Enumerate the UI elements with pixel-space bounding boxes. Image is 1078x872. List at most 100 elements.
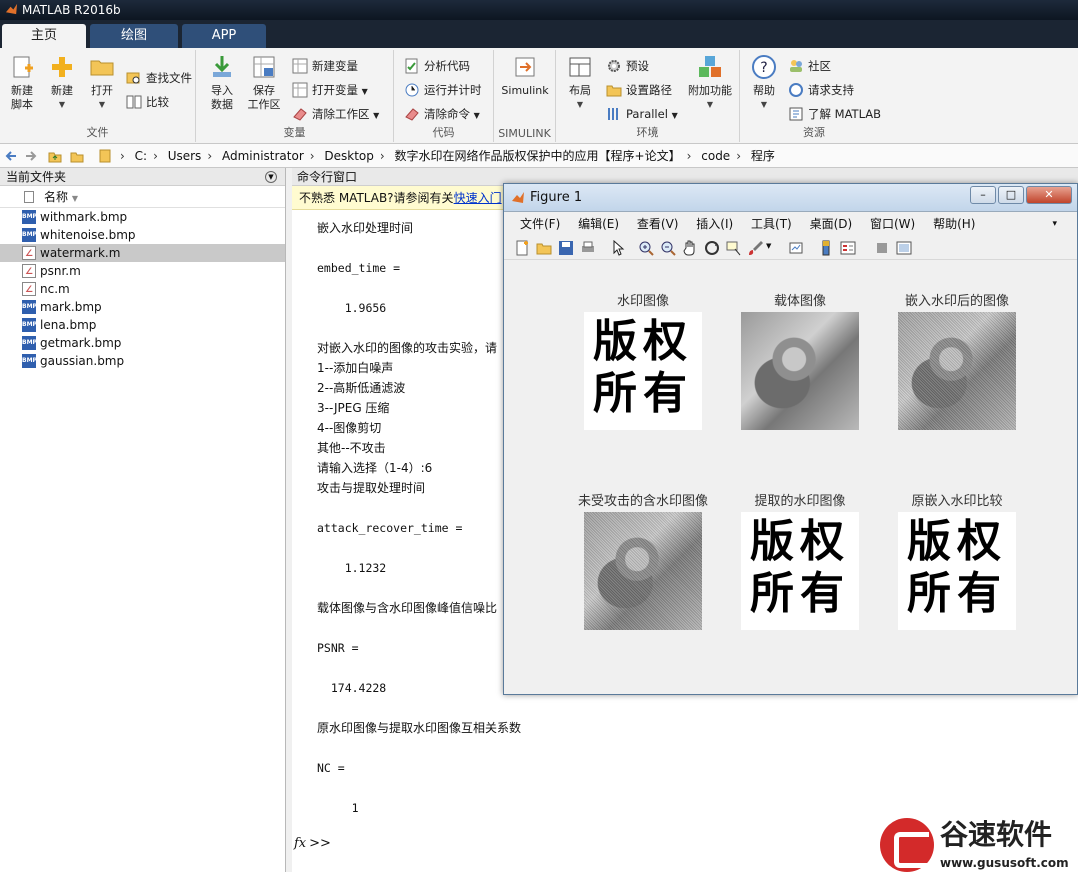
zoom-out-icon[interactable] — [660, 240, 676, 256]
file-list-item[interactable]: BMP getmark.bmp — [0, 334, 285, 352]
open-variable-button[interactable]: 打开变量 ▼ — [292, 80, 368, 100]
simulink-button[interactable]: Simulink — [496, 54, 554, 98]
maximize-button[interactable]: □ — [998, 186, 1024, 204]
breadcrumb-separator-icon: › — [309, 149, 315, 163]
tab-apps[interactable]: APP — [182, 24, 266, 48]
brush-dropdown-icon[interactable]: ▼ — [766, 242, 771, 250]
print-icon[interactable] — [580, 240, 596, 256]
menu-view[interactable]: 查看(V) — [637, 217, 679, 231]
menu-window[interactable]: 窗口(W) — [870, 217, 915, 231]
figure-title-bar[interactable]: Figure 1 – □ ✕ — [504, 184, 1077, 212]
breadcrumb-item[interactable]: code — [701, 149, 730, 163]
subplot-title: 未受攻击的含水印图像 — [577, 494, 708, 509]
tab-home[interactable]: 主页 — [2, 24, 86, 48]
console-line: NC = — [317, 761, 345, 775]
addons-button[interactable]: 附加功能 ▼ — [684, 54, 736, 112]
open-button[interactable]: 打开 ▼ — [82, 54, 122, 112]
data-cursor-icon[interactable] — [726, 240, 742, 256]
parallel-button[interactable]: Parallel ▼ — [606, 104, 678, 124]
ribbon-group-simulink: Simulink SIMULINK — [494, 50, 556, 142]
request-support-button[interactable]: 请求支持 — [788, 80, 854, 100]
breadcrumb-item[interactable]: C: — [135, 149, 147, 163]
breadcrumb-item[interactable]: Desktop — [324, 149, 374, 163]
file-list-item[interactable]: BMP whitenoise.bmp — [0, 226, 285, 244]
file-list-item[interactable]: ∠ psnr.m — [0, 262, 285, 280]
open-file-icon[interactable] — [536, 240, 552, 256]
menu-desktop[interactable]: 桌面(D) — [810, 217, 853, 231]
file-list-item[interactable]: BMP lena.bmp — [0, 316, 285, 334]
breadcrumb-item[interactable]: 数字水印在网络作品版权保护中的应用【程序+论文】 — [395, 149, 681, 163]
folder-path-icon — [606, 85, 622, 97]
file-list-item[interactable]: ∠ watermark.m — [0, 244, 285, 262]
breadcrumb-item[interactable]: 程序 — [751, 149, 775, 163]
menu-tools[interactable]: 工具(T) — [751, 217, 792, 231]
breadcrumb: › C: › Users › Administrator › Desktop › 数字水… — [118, 144, 779, 168]
command-prompt[interactable]: fx >> — [294, 836, 331, 851]
pointer-icon[interactable] — [610, 240, 626, 256]
find-files-button[interactable]: 查找文件 — [126, 68, 192, 88]
close-button[interactable]: ✕ — [1026, 186, 1072, 204]
minimize-button[interactable]: – — [970, 186, 996, 204]
file-list-item[interactable]: BMP gaussian.bmp — [0, 352, 285, 370]
subplot-title: 水印图像 — [616, 294, 669, 309]
brush-icon[interactable] — [748, 240, 764, 256]
breadcrumb-item[interactable]: Administrator — [222, 149, 304, 163]
help-button[interactable]: ? 帮助 ▼ — [744, 54, 784, 112]
console-line: 载体图像与含水印图像峰值信噪比 — [317, 601, 498, 615]
watermarked-image — [898, 312, 1016, 430]
rotate-3d-icon[interactable] — [704, 240, 720, 256]
run-and-time-button[interactable]: 运行并计时 — [404, 80, 482, 100]
breadcrumb-item[interactable]: Users — [168, 149, 202, 163]
tab-plots[interactable]: 绘图 — [90, 24, 178, 48]
new-variable-button[interactable]: 新建变量 — [292, 56, 358, 76]
legend-icon[interactable] — [840, 240, 856, 256]
menu-insert[interactable]: 插入(I) — [696, 217, 733, 231]
new-script-button[interactable]: 新建 脚本 — [2, 54, 42, 112]
hide-plot-tools-icon[interactable] — [874, 240, 890, 256]
analyze-code-button[interactable]: 分析代码 — [404, 56, 470, 76]
console-line: 请输入选择（1-4）:6 — [317, 461, 433, 475]
run-time-icon — [405, 83, 419, 97]
file-list-item[interactable]: BMP mark.bmp — [0, 298, 285, 316]
ribbon-group-code: 分析代码 运行并计时 清除命令 ▼ 代码 — [394, 50, 494, 142]
function-browser-icon[interactable]: fx — [294, 836, 306, 851]
bmp-file-icon: BMP — [22, 336, 37, 350]
ribbon-group-environment: 布局 ▼ 预设 设置路径 Parallel ▼ 附加功能 ▼ 环境 — [556, 50, 740, 142]
clear-commands-button[interactable]: 清除命令 ▼ — [404, 104, 480, 124]
console-line: 对嵌入水印的图像的攻击实验，请 — [317, 341, 498, 355]
forward-arrow-icon[interactable] — [24, 149, 38, 163]
open-variable-icon — [292, 82, 308, 98]
clear-workspace-button[interactable]: 清除工作区 ▼ — [292, 104, 379, 124]
new-figure-icon[interactable] — [514, 240, 530, 256]
colorbar-icon[interactable] — [818, 240, 834, 256]
layout-button[interactable]: 布局 ▼ — [560, 54, 600, 112]
console-line: 1.1232 — [317, 561, 387, 575]
set-path-button[interactable]: 设置路径 — [606, 80, 672, 100]
community-button[interactable]: 社区 — [788, 56, 831, 76]
browse-folder-icon[interactable] — [70, 149, 84, 163]
save-icon[interactable] — [558, 240, 574, 256]
new-button[interactable]: 新建 ▼ — [42, 54, 82, 112]
name-column-header[interactable]: 名称 ▼ — [0, 186, 285, 208]
up-folder-icon[interactable] — [48, 149, 62, 163]
console-line: 2--高斯低通滤波 — [317, 381, 406, 395]
menu-file[interactable]: 文件(F) — [520, 217, 560, 231]
zoom-in-icon[interactable] — [638, 240, 654, 256]
import-data-button[interactable]: 导入 数据 — [202, 54, 242, 112]
pan-hand-icon[interactable] — [682, 240, 698, 256]
link-plot-icon[interactable] — [788, 240, 804, 256]
file-list-item[interactable]: BMP withmark.bmp — [0, 208, 285, 226]
menu-overflow-icon[interactable]: ▾ — [1052, 212, 1057, 236]
compare-button[interactable]: 比较 — [126, 92, 169, 112]
getting-started-link[interactable]: 快速入门 — [454, 191, 502, 205]
menu-edit[interactable]: 编辑(E) — [578, 217, 619, 231]
back-arrow-icon[interactable] — [4, 149, 18, 163]
menu-help[interactable]: 帮助(H) — [933, 217, 975, 231]
save-workspace-button[interactable]: 保存 工作区 — [244, 54, 284, 112]
panel-actions-icon[interactable]: ▼ — [265, 171, 277, 183]
show-plot-tools-icon[interactable] — [896, 240, 912, 256]
file-list-item[interactable]: ∠ nc.m — [0, 280, 285, 298]
learn-matlab-button[interactable]: 了解 MATLAB — [788, 104, 881, 124]
preferences-button[interactable]: 预设 — [606, 56, 649, 76]
